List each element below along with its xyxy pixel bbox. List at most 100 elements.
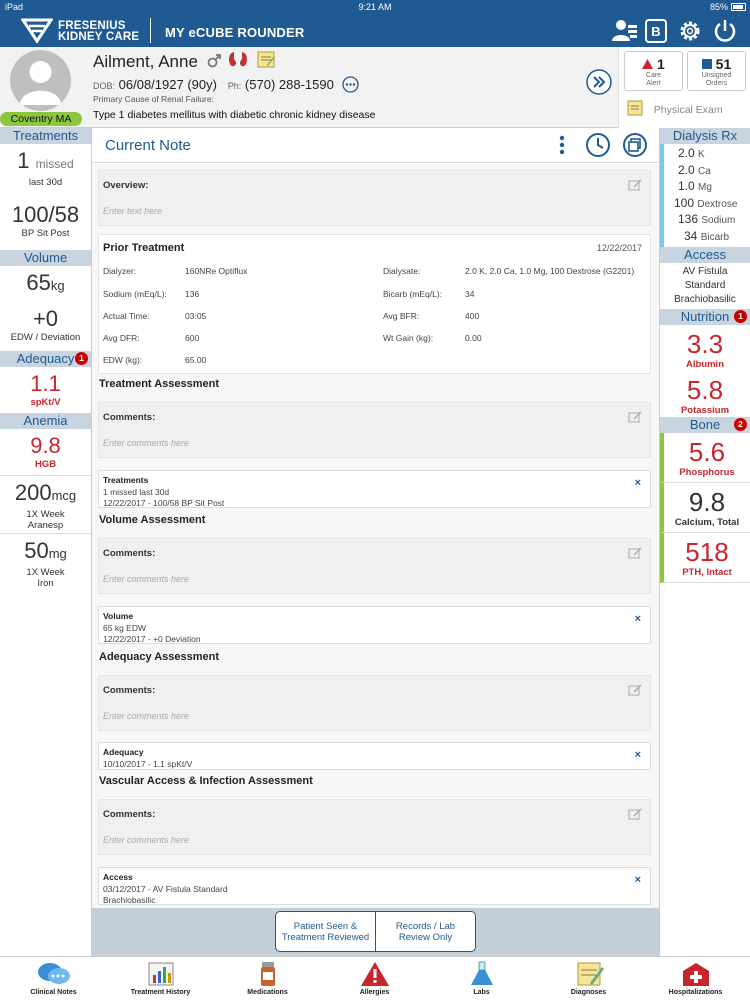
dialysis-rx-header[interactable]: Dialysis Rx xyxy=(660,128,750,144)
access-header[interactable]: Access xyxy=(660,247,750,263)
patient-name: Ailment, Anne xyxy=(93,50,276,72)
flask-icon xyxy=(470,961,493,985)
treatments-header[interactable]: Treatments xyxy=(0,128,91,144)
albumin-metric: 3.3 Albumin xyxy=(686,329,724,370)
medication-bottle-icon xyxy=(260,962,275,986)
volume-comments-field[interactable]: Comments: Enter comments here xyxy=(98,538,651,594)
records-review-button[interactable]: Records / Lab Review Only xyxy=(375,911,476,952)
physical-exam-button[interactable]: Physical Exam xyxy=(627,100,723,117)
tab-treatment-history[interactable]: Treatment History xyxy=(107,957,214,1001)
rx-k: 2.0 K xyxy=(678,146,705,160)
edit-icon xyxy=(628,179,642,191)
edit-icon xyxy=(628,411,642,423)
calcium-metric: 9.8 Calcium, Total xyxy=(660,483,750,533)
treatment-comments-field[interactable]: Comments: Enter comments here xyxy=(98,402,651,458)
kidney-icon xyxy=(229,52,248,67)
more-vertical-icon[interactable] xyxy=(559,135,565,155)
tab-clinical-notes[interactable]: Clinical Notes xyxy=(0,957,107,1001)
note-title: Current Note xyxy=(105,137,191,154)
avatar xyxy=(10,50,71,111)
volume-header[interactable]: Volume xyxy=(0,250,91,266)
cause-value: Type 1 diabetes mellitus with diabetic c… xyxy=(93,109,376,121)
alert-triangle-icon xyxy=(642,59,654,69)
site-badge: Coventry MA xyxy=(0,112,82,126)
tab-labs[interactable]: Labs xyxy=(428,957,535,1001)
edit-icon xyxy=(628,547,642,559)
tab-medications[interactable]: Medications xyxy=(214,957,321,1001)
prior-treatment-card: Prior Treatment 12/22/2017 Dialyzer: 160… xyxy=(98,234,651,374)
remove-volume-button[interactable]: × xyxy=(635,613,641,625)
missed-treatments: 1 missed last 30d xyxy=(17,148,74,188)
access-summary: AV Fistula Standard Brachiobasilic xyxy=(674,266,736,305)
remove-treatment-button[interactable]: × xyxy=(635,477,641,489)
diagnosis-notes-icon xyxy=(577,962,604,986)
remove-access-button[interactable]: × xyxy=(635,874,641,886)
care-alert-button[interactable]: 1 Care Alert xyxy=(624,51,683,91)
tab-hospitalizations[interactable]: Hospitalizations xyxy=(642,957,749,1001)
anemia-header[interactable]: Anemia xyxy=(0,413,91,429)
cause-label: Primary Cause of Renal Failure: xyxy=(93,94,214,104)
rx-bicarb: 34 Bicarb xyxy=(684,228,730,243)
adequacy-comments-field[interactable]: Comments: Enter comments here xyxy=(98,675,651,731)
phosphorus-metric: 5.6 Phosphorus xyxy=(660,433,750,483)
volume-info-card: Volume 65 kg EDW 12/22/2017 - +0 Deviati… xyxy=(98,606,651,644)
dialysis-rx-list: 2.0 K 2.0 Ca 1.0 Mg 100 Dextrose 136 Sod… xyxy=(660,144,750,247)
clock: 9:21 AM xyxy=(358,2,392,12)
tab-diagnoses[interactable]: Diagnoses xyxy=(535,957,642,1001)
adequacy-info-card: Adequacy 10/10/2017 - 1.1 spKt/V × xyxy=(98,742,651,770)
patient-seen-button[interactable]: Patient Seen & Treatment Reviewed xyxy=(275,911,376,952)
rx-mg: 1.0 Mg xyxy=(678,179,712,193)
adequacy-metric: 1.1 spKt/V xyxy=(30,371,61,408)
patient-header: Coventry MA Ailment, Anne DOB: 06/08/192… xyxy=(0,47,750,128)
brand-divider xyxy=(150,18,151,43)
history-clock-icon[interactable] xyxy=(585,132,611,158)
power-icon[interactable] xyxy=(713,19,737,43)
phone-value: (570) 288-1590 xyxy=(244,77,334,92)
adequacy-header[interactable]: Adequacy 1 xyxy=(0,351,91,367)
status-bar: iPad 9:21 AM 85% xyxy=(0,0,750,14)
left-summary-panel: Treatments 1 missed last 30d 100/58 BP S… xyxy=(0,128,92,956)
battery-percent: 85% xyxy=(709,2,728,12)
bottom-tab-bar: Clinical Notes Treatment History Medicat… xyxy=(0,956,750,1000)
nutrition-header[interactable]: Nutrition 1 xyxy=(660,309,750,325)
aranesp-metric: 200mcg 1X Week Aranesp xyxy=(0,475,91,533)
remove-adequacy-button[interactable]: × xyxy=(635,749,641,761)
rx-sodium: 136 Sodium xyxy=(678,212,736,226)
adequacy-assessment-title: Adequacy Assessment xyxy=(99,651,220,663)
rx-dextrose: 100 Dextrose xyxy=(674,195,738,210)
battery-icon xyxy=(731,3,746,11)
treatment-assessment-title: Treatment Assessment xyxy=(99,378,220,390)
patient-list-icon[interactable] xyxy=(610,19,638,43)
overview-field[interactable]: Overview: Enter text here xyxy=(98,170,651,226)
history-chart-icon xyxy=(148,962,173,986)
gear-icon[interactable] xyxy=(678,19,702,43)
notes-icon xyxy=(257,51,276,68)
copy-note-icon[interactable] xyxy=(622,132,648,158)
svg-text:B: B xyxy=(651,24,660,39)
unsigned-orders-button[interactable]: 51 Unsigned Orders xyxy=(687,51,746,91)
fresenius-logo-icon xyxy=(21,18,53,44)
volume-assessment-title: Volume Assessment xyxy=(99,514,206,526)
warning-icon xyxy=(360,962,389,986)
hgb-metric: 9.8 HGB xyxy=(30,433,61,470)
hospital-icon xyxy=(682,963,709,986)
vascular-assessment-title: Vascular Access & Infection Assessment xyxy=(99,775,313,787)
nutrition-badge: 1 xyxy=(734,310,747,323)
weight-metric: 65kg xyxy=(26,270,65,295)
expand-header-icon[interactable] xyxy=(586,69,612,95)
chat-bubbles-icon xyxy=(37,963,70,984)
app-bar: FRESENIUS KIDNEY CARE MY eCUBE ROUNDER B xyxy=(0,14,750,47)
patient-info: DOB: 06/08/1927 (90y) Ph: (570) 288-1590 xyxy=(93,76,360,93)
access-info-card: Access 03/12/2017 - AV Fistula Standard … xyxy=(98,867,651,905)
male-icon xyxy=(207,54,221,68)
alerts-panel: 1 Care Alert 51 Unsigned Orders Physical… xyxy=(618,47,750,128)
tab-allergies[interactable]: Allergies xyxy=(321,957,428,1001)
bookmark-b-icon[interactable]: B xyxy=(645,19,667,43)
app-title: MY eCUBE ROUNDER xyxy=(165,25,305,40)
deviation-metric: +0 EDW / Deviation xyxy=(10,306,81,343)
pth-metric: 518 PTH, Intact xyxy=(660,533,750,583)
vascular-comments-field[interactable]: Comments: Enter comments here xyxy=(98,799,651,855)
more-info-icon[interactable] xyxy=(342,76,360,93)
bone-header[interactable]: Bone 2 xyxy=(660,417,750,433)
exam-notes-icon xyxy=(627,100,643,116)
